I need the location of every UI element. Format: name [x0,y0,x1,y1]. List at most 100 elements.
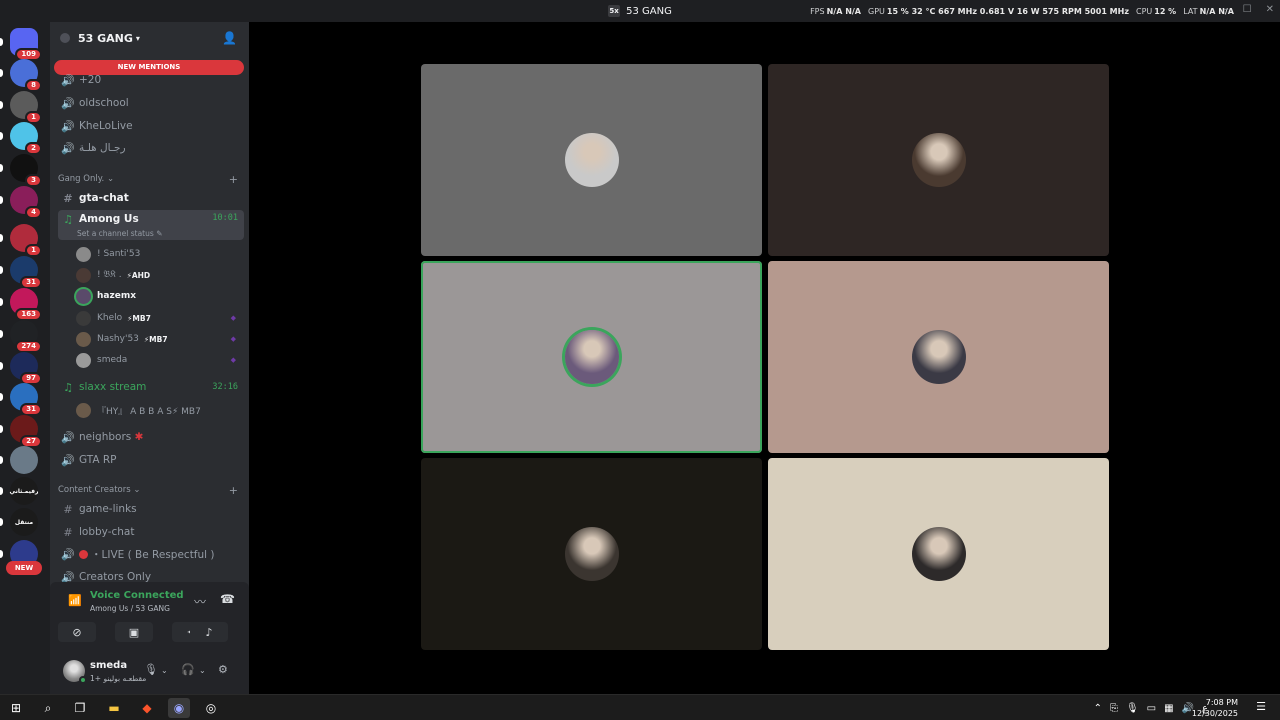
search-icon[interactable]: ⌕ [37,698,59,718]
chevron-down-icon[interactable]: ⌄ [161,666,168,675]
server-icon[interactable]: رفيمـثاني [10,477,38,505]
voice-channel-slaxx-stream[interactable]: ♫ slaxx stream 32:16 [58,377,244,397]
display-icon[interactable]: ▭ [1147,703,1156,714]
screen-share-icon: ▣ [128,625,140,639]
voice-channel-path[interactable]: Among Us / 53 GANG [90,604,170,613]
voice-user[interactable]: ! 𝔅𝔎 . ⚡AHD [76,265,244,285]
screen-share-button[interactable]: ▣ [115,622,153,642]
voice-channel-live[interactable]: 🔊 ・LIVE ( Be Respectful ) [58,544,244,564]
server-icon[interactable]: 97 [10,352,42,385]
server-icon[interactable] [10,446,38,474]
chevron-down-icon[interactable]: ⌄ [199,666,206,675]
system-tray: ⌃ ⎘ 🎙 ▭ ▦ 🔊 ع [1094,695,1208,720]
server-icon[interactable]: 1 [10,224,42,257]
speaker-icon: 🔊 [61,547,75,561]
minimize-icon[interactable]: – [1224,4,1229,15]
app-icon[interactable]: ◎ [200,698,222,718]
windows-start-icon[interactable]: ⊞ [5,698,27,718]
voice-user[interactable]: smeda ◆ [76,350,244,370]
notifications-icon[interactable]: ☰ [1256,700,1266,713]
text-channel[interactable]: # game-links [58,499,244,519]
participant-tile[interactable] [421,64,762,256]
soundboard-button[interactable]: ♪ [190,622,228,642]
add-channel-icon[interactable]: + [229,484,238,497]
server-icon[interactable]: 3 [10,154,42,187]
network-icon[interactable]: ▦ [1164,703,1173,714]
voice-channel[interactable]: 🔊 oldschool [58,93,244,113]
participant-avatar [911,133,966,187]
microphone-icon[interactable]: 🎙 [1126,703,1139,714]
voice-connected-label[interactable]: Voice Connected [90,590,184,601]
voice-user-name: hazemx [97,291,137,301]
unread-badge: 274 [15,340,42,353]
voice-user[interactable]: Khelo ⚡MB7 ◆ [76,308,244,328]
unread-pill [0,487,3,495]
window-controls: – ☐ ✕ [1224,4,1274,15]
participant-tile[interactable] [421,261,762,453]
server-icon[interactable]: 274 [10,320,42,353]
date-label: 12/30/2025 [1191,709,1238,718]
user-tag: ⚡AHD [126,270,151,280]
text-channel[interactable]: # lobby-chat [58,522,244,542]
server-icon[interactable]: 27 [10,415,42,448]
task-view-icon[interactable]: ❐ [69,698,91,718]
voice-channel[interactable]: 🔊 رجـال هلـة [58,138,244,158]
server-icon[interactable]: 2 [10,122,42,155]
server-icon[interactable]: 31 [10,383,42,416]
username[interactable]: smeda [90,660,127,671]
brave-browser-icon[interactable]: ◆ [136,698,158,718]
participant-tile[interactable] [768,261,1109,453]
unread-pill [0,425,3,433]
server-icon[interactable]: 109 [10,28,42,61]
channel-status[interactable]: Set a channel status ✎ [77,229,162,238]
server-icon[interactable]: 1 [10,91,42,124]
category-gang-only[interactable]: Gang Only. ⌄ + [58,172,244,186]
unread-badge: 4 [25,206,42,219]
camera-off-button[interactable]: ⊘ [58,622,96,642]
new-servers-badge[interactable]: NEW [6,561,42,575]
server-icon[interactable]: 31 [10,256,42,289]
headphones-icon[interactable]: 🎧 [181,663,195,676]
windows-taskbar: ⊞ ⌕ ❐ ▬ ◆ ◉ ◎ ⌃ ⎘ 🎙 ▭ ▦ 🔊 ع 7:08 PM 12/3… [0,694,1280,720]
microphone-icon[interactable]: 🎙 [144,663,158,676]
add-channel-icon[interactable]: + [229,173,238,186]
live-dot-icon [79,549,88,559]
voice-user[interactable]: Nashy'53 ⚡MB7 ◆ [76,329,244,349]
settings-gear-icon[interactable]: ⚙ [218,663,228,676]
voice-channel-gta-rp[interactable]: 🔊 GTA RP [58,450,244,470]
voice-user-name: Khelo [97,313,123,323]
unread-badge: 8 [25,79,42,92]
server-icon[interactable]: 163 [10,288,42,321]
server-icon[interactable]: منتقل [10,508,38,536]
text-channel-gta-chat[interactable]: # gta-chat [58,188,244,208]
file-explorer-icon[interactable]: ▬ [103,698,125,718]
voice-connection-panel: 📶 Voice Connected Among Us / 53 GANG 〰 ☎… [50,582,249,656]
voice-user[interactable]: 『HY』 A B B A S⚡ MB7 [76,400,244,420]
disconnect-icon[interactable]: ☎ [220,592,235,606]
voice-channel[interactable]: 🔊 KheLoLive [58,116,244,136]
server-icon[interactable]: 4 [10,186,42,219]
participant-tile[interactable] [421,458,762,650]
server-icon[interactable]: 8 [10,59,42,92]
category-content-creators[interactable]: Content Creators ⌄ + [58,483,244,497]
discord-icon[interactable]: ◉ [168,698,190,718]
voice-user[interactable]: hazemx [76,286,244,306]
usb-icon[interactable]: ⎘ [1110,703,1118,714]
cpu-readout: CPU 12 % [1135,6,1177,16]
participant-tile[interactable] [768,64,1109,256]
close-icon[interactable]: ✕ [1266,4,1274,15]
signal-icon[interactable]: 📶 [68,594,82,607]
clock[interactable]: 7:08 PM 12/30/2025 [1192,697,1238,719]
voice-active-icon: ♫ [63,213,73,226]
noise-suppression-icon[interactable]: 〰 [194,593,206,610]
maximize-icon[interactable]: ☐ [1243,4,1252,15]
chevron-up-icon[interactable]: ⌃ [1094,703,1102,714]
voice-channel[interactable]: 🔊 +20 [58,70,244,90]
guild-header[interactable]: 53 GANG ▾ [50,22,249,54]
voice-user[interactable]: ! Santi'53 [76,244,244,264]
participant-tile[interactable] [768,458,1109,650]
avatar [76,310,91,326]
voice-channel-neighbors[interactable]: 🔊 neighbors ✱ [58,427,244,447]
unread-pill [0,196,3,204]
invite-people-icon[interactable]: 👤 [222,31,237,45]
